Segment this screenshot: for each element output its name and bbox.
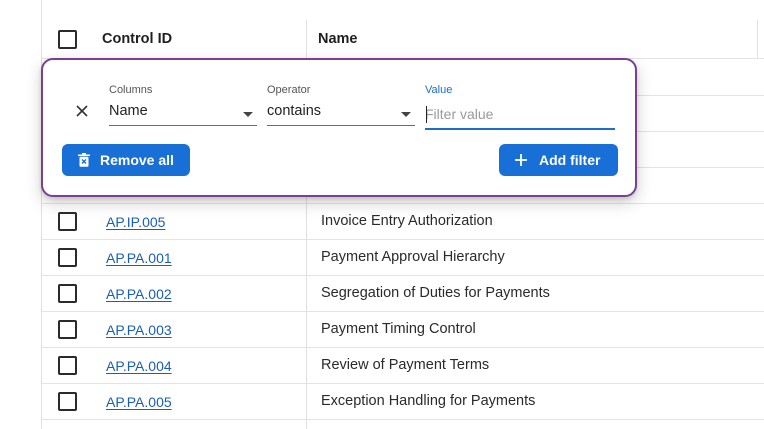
columns-label: Columns (109, 84, 153, 96)
columns-select[interactable]: Name (109, 100, 257, 126)
remove-all-label: Remove all (100, 152, 174, 168)
operator-label: Operator (267, 84, 311, 96)
column-header-control-id[interactable]: Control ID (102, 31, 172, 47)
row-checkbox[interactable] (58, 212, 77, 231)
plus-icon (515, 154, 527, 166)
add-filter-label: Add filter (539, 152, 601, 168)
close-icon[interactable] (75, 104, 89, 118)
control-id-link[interactable]: AP.PA.002 (106, 286, 172, 302)
control-name: Invoice Entry Authorization (321, 213, 493, 229)
control-id-link[interactable]: AP.PA.004 (106, 358, 172, 374)
row-divider (41, 347, 764, 348)
row-checkbox[interactable] (58, 284, 77, 303)
control-name: Exception Handling for Payments (321, 393, 536, 409)
control-id-link[interactable]: AP.PA.003 (106, 322, 172, 338)
column-header-name[interactable]: Name (318, 31, 358, 47)
columns-select-value: Name (109, 103, 148, 119)
row-checkbox[interactable] (58, 320, 77, 339)
filter-panel: Columns Name Operator contains Value Rem… (41, 58, 637, 197)
operator-select-value: contains (267, 103, 322, 119)
control-name: Review of Payment Terms (321, 357, 490, 373)
row-checkbox[interactable] (58, 356, 77, 375)
value-label: Value (425, 84, 453, 96)
chevron-down-icon (243, 112, 253, 117)
control-name: Segregation of Duties for Payments (321, 285, 550, 301)
remove-all-button[interactable]: Remove all (62, 144, 190, 176)
row-checkbox[interactable] (58, 392, 77, 411)
column-divider-right (757, 20, 758, 58)
text-caret (426, 106, 427, 123)
add-filter-button[interactable]: Add filter (499, 144, 618, 176)
row-divider (41, 383, 764, 384)
row-divider (41, 203, 764, 204)
control-id-link[interactable]: AP.IP.005 (106, 214, 165, 230)
control-id-link[interactable]: AP.PA.005 (106, 394, 172, 410)
control-name: Payment Approval Hierarchy (321, 249, 505, 265)
row-divider (41, 419, 764, 420)
trash-icon (78, 153, 90, 167)
row-divider (41, 275, 764, 276)
filter-value-input[interactable] (425, 100, 615, 130)
chevron-down-icon (401, 112, 411, 117)
select-all-checkbox[interactable] (58, 30, 77, 49)
operator-select[interactable]: contains (267, 100, 415, 126)
control-id-link[interactable]: AP.PA.001 (106, 250, 172, 266)
row-divider (41, 311, 764, 312)
control-name: Payment Timing Control (321, 321, 476, 337)
row-checkbox[interactable] (58, 248, 77, 267)
row-divider (41, 239, 764, 240)
